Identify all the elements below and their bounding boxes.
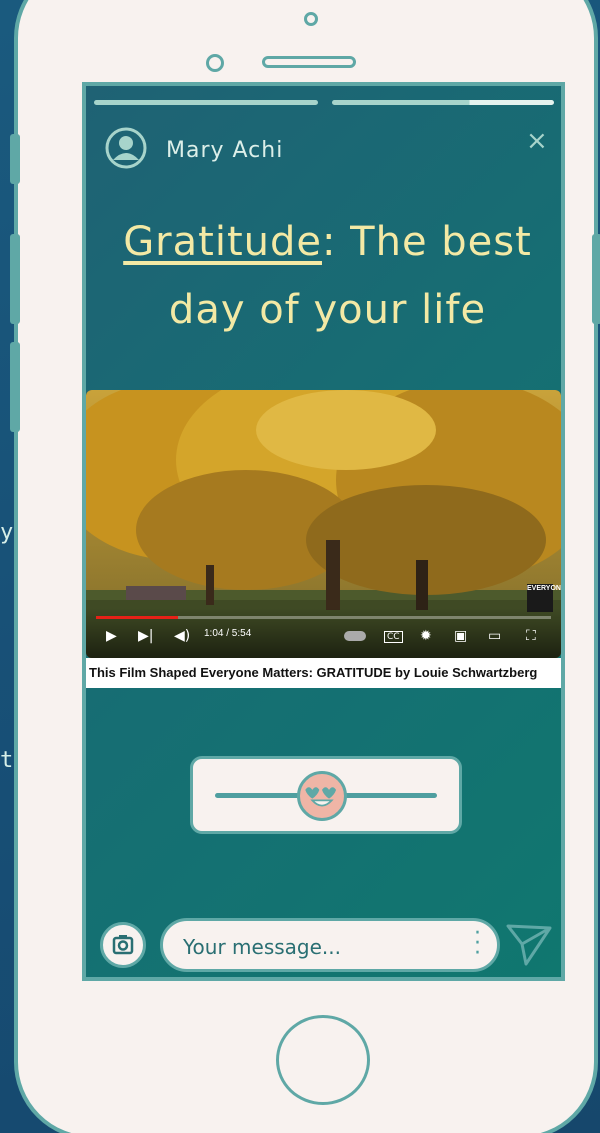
background-text-fragment: y: [0, 520, 14, 545]
next-icon[interactable]: ▶|: [138, 628, 153, 644]
send-icon[interactable]: [504, 920, 554, 968]
background-text-fragment: t: [0, 748, 14, 773]
user-name[interactable]: Mary Achi: [166, 138, 283, 163]
phone-camera: [206, 54, 224, 72]
autoplay-toggle-icon[interactable]: [344, 631, 366, 641]
message-input[interactable]: Your message... · · ·: [160, 918, 500, 972]
miniplayer-icon[interactable]: ▣: [454, 628, 467, 644]
close-button[interactable]: ×: [526, 128, 548, 154]
video-caption[interactable]: This Film Shaped Everyone Matters: GRATI…: [86, 658, 561, 688]
story-progress-bar: [94, 100, 318, 105]
phone-side-button: [592, 234, 600, 324]
video-scrubber[interactable]: [96, 616, 551, 619]
camera-icon: [112, 935, 134, 955]
user-avatar-icon[interactable]: [104, 126, 148, 170]
phone-frame: Mary Achi × Gratitude: The best day of y…: [10, 0, 600, 1133]
video-player[interactable]: EVERYONE ▶ ▶| ◀) 1:04 / 5:54 CC ✹ ▣ ▭ ⛶: [86, 390, 561, 658]
video-time: 1:04 / 5:54: [204, 628, 252, 639]
video-scrubber-fill: [96, 616, 178, 619]
story-title: Gratitude: The best day of your life: [96, 208, 559, 344]
fullscreen-icon[interactable]: ⛶: [526, 628, 536, 644]
phone-speaker: [262, 56, 356, 68]
theater-mode-icon[interactable]: ▭: [488, 628, 501, 644]
play-icon[interactable]: ▶: [106, 628, 117, 644]
captions-icon[interactable]: CC: [384, 631, 403, 643]
story-screen: Mary Achi × Gratitude: The best day of y…: [82, 82, 565, 981]
phone-side-button: [10, 234, 20, 324]
video-controls: ▶ ▶| ◀) 1:04 / 5:54 CC ✹ ▣ ▭ ⛶: [86, 608, 561, 658]
phone-top-sensor: [304, 12, 318, 26]
title-line2: day of your life: [168, 287, 487, 333]
emoji-reaction-slider[interactable]: [190, 756, 462, 834]
phone-side-button: [10, 134, 20, 184]
heart-eyes-emoji-icon[interactable]: [296, 771, 347, 821]
home-button[interactable]: [276, 1015, 370, 1105]
title-line1-rest: : The best: [321, 219, 532, 265]
title-highlight: Gratitude: [123, 219, 322, 265]
volume-icon[interactable]: ◀): [174, 628, 190, 644]
camera-button[interactable]: [100, 922, 146, 968]
phone-side-button: [10, 342, 20, 432]
settings-icon[interactable]: ✹: [420, 628, 432, 644]
more-options-icon[interactable]: · · ·: [474, 923, 481, 965]
message-placeholder: Your message...: [183, 935, 342, 959]
story-progress-bar: [332, 100, 554, 105]
